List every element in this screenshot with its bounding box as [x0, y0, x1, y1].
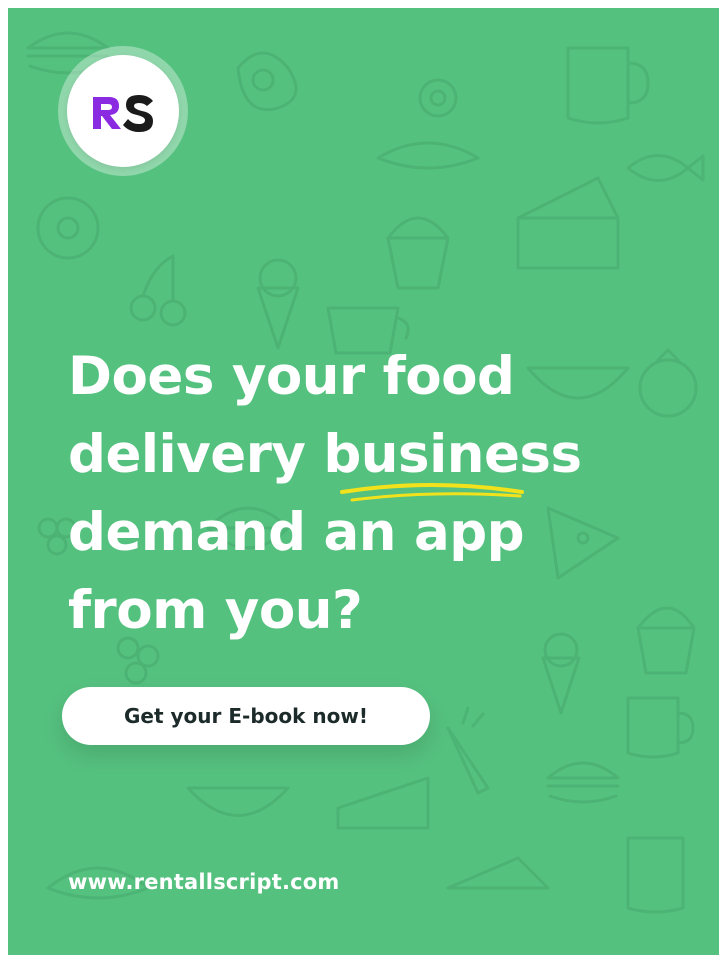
headline-line-1: Does your food	[68, 346, 515, 407]
logo-badge	[58, 46, 188, 176]
headline-line-3: demand an app	[68, 502, 525, 563]
ebook-banner: Does your food delivery business demand …	[8, 8, 719, 955]
headline-line-2: delivery business	[68, 416, 668, 494]
rentallscript-logo-icon	[93, 95, 153, 132]
headline-highlight-word: business	[323, 424, 582, 485]
logo-disc	[67, 55, 179, 167]
headline-line-4: from you?	[68, 580, 363, 641]
headline-line-2-pre: delivery	[68, 424, 324, 485]
page: Does your food delivery business demand …	[0, 0, 727, 963]
get-ebook-button[interactable]: Get your E-book now!	[62, 687, 430, 745]
headline: Does your food delivery business demand …	[68, 338, 668, 650]
website-url[interactable]: www.rentallscript.com	[68, 870, 340, 894]
